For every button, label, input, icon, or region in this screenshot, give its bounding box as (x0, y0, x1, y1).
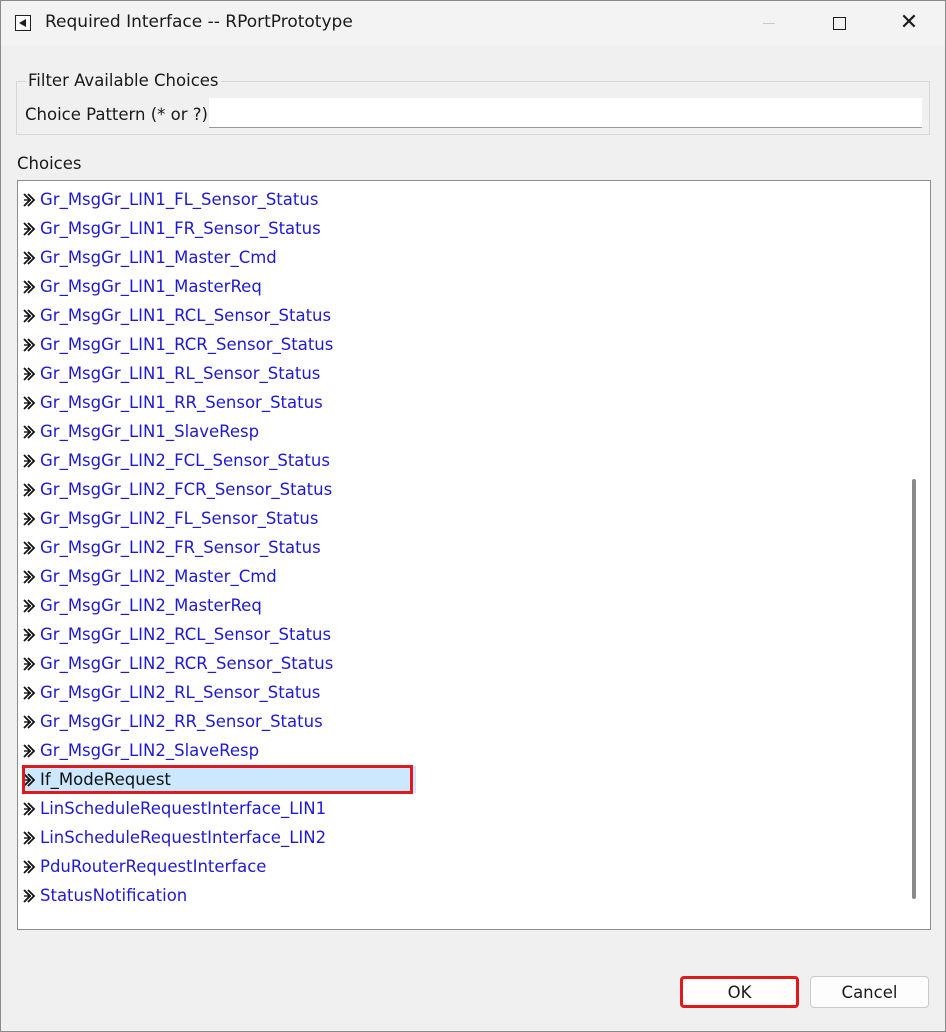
choice-item-label: Gr_MsgGr_LIN1_RCR_Sensor_Status (40, 335, 334, 354)
vertical-scrollbar[interactable] (910, 181, 918, 929)
choice-item[interactable]: PduRouterRequestInterface (22, 853, 266, 880)
choice-item[interactable]: Gr_MsgGr_LIN2_RCR_Sensor_Status (22, 650, 333, 677)
choice-pattern-input[interactable] (209, 98, 922, 128)
interface-arrow-icon (22, 308, 37, 323)
choice-item[interactable]: Gr_MsgGr_LIN2_RL_Sensor_Status (22, 679, 320, 706)
maximize-button[interactable] (804, 1, 874, 45)
choice-item[interactable]: Gr_MsgGr_LIN1_SlaveResp (22, 418, 259, 445)
choice-item-label: Gr_MsgGr_LIN2_FR_Sensor_Status (40, 538, 321, 557)
choice-item-label: Gr_MsgGr_LIN1_Master_Cmd (40, 248, 277, 267)
ok-button[interactable]: OK (680, 976, 799, 1008)
choice-item[interactable]: Gr_MsgGr_LIN2_RR_Sensor_Status (22, 708, 323, 735)
choice-item[interactable]: LinScheduleRequestInterface_LIN2 (22, 824, 326, 851)
choice-item[interactable]: StatusNotification (22, 882, 187, 909)
interface-arrow-icon (22, 598, 37, 613)
choice-item-label: Gr_MsgGr_LIN2_RCL_Sensor_Status (40, 625, 332, 644)
minimize-icon (763, 22, 775, 24)
interface-arrow-icon (22, 569, 37, 584)
choice-item-label: Gr_MsgGr_LIN2_RCR_Sensor_Status (40, 654, 334, 673)
choice-item-label: Gr_MsgGr_LIN1_RL_Sensor_Status (40, 364, 321, 383)
interface-arrow-icon (22, 888, 37, 903)
choice-item-label: Gr_MsgGr_LIN2_MasterReq (40, 596, 262, 615)
interface-arrow-icon (22, 482, 37, 497)
interface-arrow-icon (22, 337, 37, 352)
interface-arrow-icon (22, 859, 37, 874)
choice-item[interactable]: If_ModeRequest (22, 766, 416, 793)
choices-label: Choices (17, 154, 82, 173)
choice-item-label: LinScheduleRequestInterface_LIN2 (40, 828, 327, 847)
choice-item-label: If_ModeRequest (40, 770, 171, 789)
interface-arrow-icon (22, 685, 37, 700)
close-button[interactable]: ✕ (874, 1, 944, 45)
choice-item[interactable]: LinScheduleRequestInterface_LIN1 (22, 795, 326, 822)
choice-item-label: Gr_MsgGr_LIN1_RR_Sensor_Status (40, 393, 323, 412)
interface-arrow-icon (22, 453, 37, 468)
choice-item-label: PduRouterRequestInterface (40, 857, 267, 876)
choice-item[interactable]: Gr_MsgGr_LIN2_MasterReq (22, 592, 262, 619)
choice-item-label: Gr_MsgGr_LIN1_RCL_Sensor_Status (40, 306, 332, 325)
minimize-button[interactable] (734, 1, 804, 45)
filter-group-label: Filter Available Choices (26, 71, 221, 90)
choice-item[interactable]: Gr_MsgGr_LIN2_FL_Sensor_Status (22, 505, 318, 532)
choice-item-label: StatusNotification (40, 886, 188, 905)
title-bar[interactable]: Required Interface -- RPortPrototype ✕ (1, 1, 945, 45)
choice-item[interactable]: Gr_MsgGr_LIN1_RR_Sensor_Status (22, 389, 323, 416)
choice-item-label: Gr_MsgGr_LIN1_FR_Sensor_Status (40, 219, 321, 238)
choice-item-label: Gr_MsgGr_LIN1_MasterReq (40, 277, 262, 296)
interface-arrow-icon (22, 221, 37, 236)
interface-arrow-icon (22, 743, 37, 758)
choice-item[interactable]: Gr_MsgGr_LIN2_FCL_Sensor_Status (22, 447, 330, 474)
close-icon: ✕ (899, 10, 919, 35)
choice-item-label: Gr_MsgGr_LIN2_SlaveResp (40, 741, 260, 760)
choice-item-label: Gr_MsgGr_LIN2_Master_Cmd (40, 567, 277, 586)
choice-pattern-label: Choice Pattern (* or ?) (25, 105, 208, 124)
choice-item-label: Gr_MsgGr_LIN2_RL_Sensor_Status (40, 683, 321, 702)
interface-arrow-icon (22, 772, 37, 787)
choice-item[interactable]: Gr_MsgGr_LIN1_RCR_Sensor_Status (22, 331, 333, 358)
choice-item-label: Gr_MsgGr_LIN2_FL_Sensor_Status (40, 509, 319, 528)
interface-arrow-icon (22, 424, 37, 439)
interface-arrow-icon (22, 656, 37, 671)
interface-arrow-icon (22, 511, 37, 526)
choice-item[interactable]: Gr_MsgGr_LIN2_Master_Cmd (22, 563, 277, 590)
interface-arrow-icon (22, 366, 37, 381)
choice-item[interactable]: Gr_MsgGr_LIN2_FCR_Sensor_Status (22, 476, 332, 503)
maximize-icon (832, 16, 846, 30)
window-title: Required Interface -- RPortPrototype (45, 12, 353, 32)
cancel-button[interactable]: Cancel (810, 976, 929, 1008)
app-icon[interactable] (15, 15, 31, 31)
choice-item-label: Gr_MsgGr_LIN2_FCR_Sensor_Status (40, 480, 333, 499)
choice-item[interactable]: Gr_MsgGr_LIN1_RL_Sensor_Status (22, 360, 320, 387)
choice-item[interactable]: Gr_MsgGr_LIN2_FR_Sensor_Status (22, 534, 321, 561)
interface-arrow-icon (22, 714, 37, 729)
interface-arrow-icon (22, 192, 37, 207)
interface-arrow-icon (22, 279, 37, 294)
interface-arrow-icon (22, 540, 37, 555)
choice-item-label: Gr_MsgGr_LIN2_RR_Sensor_Status (40, 712, 323, 731)
choice-item[interactable]: Gr_MsgGr_LIN1_Master_Cmd (22, 244, 277, 271)
choice-item-label: Gr_MsgGr_LIN2_FCL_Sensor_Status (40, 451, 330, 470)
choice-item-label: Gr_MsgGr_LIN1_FL_Sensor_Status (40, 190, 319, 209)
interface-arrow-icon (22, 830, 37, 845)
choice-item[interactable]: Gr_MsgGr_LIN1_FL_Sensor_Status (22, 186, 318, 213)
dialog-window: Required Interface -- RPortPrototype ✕ F… (0, 0, 946, 1032)
interface-arrow-icon (22, 250, 37, 265)
choices-list[interactable]: Gr_MsgGr_LIN1_FL_Sensor_Status Gr_MsgGr_L… (17, 180, 931, 930)
interface-arrow-icon (22, 627, 37, 642)
choice-item[interactable]: Gr_MsgGr_LIN1_RCL_Sensor_Status (22, 302, 331, 329)
choice-item[interactable]: Gr_MsgGr_LIN1_MasterReq (22, 273, 262, 300)
interface-arrow-icon (22, 801, 37, 816)
interface-arrow-icon (22, 395, 37, 410)
choice-item[interactable]: Gr_MsgGr_LIN1_FR_Sensor_Status (22, 215, 321, 242)
choice-item-label: LinScheduleRequestInterface_LIN1 (40, 799, 327, 818)
scrollbar-thumb[interactable] (912, 479, 916, 899)
choice-item[interactable]: Gr_MsgGr_LIN2_SlaveResp (22, 737, 259, 764)
choice-item-label: Gr_MsgGr_LIN1_SlaveResp (40, 422, 260, 441)
choice-item[interactable]: Gr_MsgGr_LIN2_RCL_Sensor_Status (22, 621, 331, 648)
